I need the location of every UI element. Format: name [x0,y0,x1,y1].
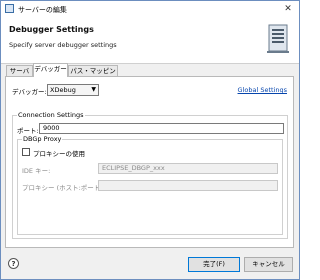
dbgp-proxy-group: DBGp Proxy プロキシーの使用 IDE キー: ECLIPSE_DBGP… [17,135,283,235]
header-subtitle: Specify server debugger settings [9,41,117,49]
proxy-host-port-input[interactable] [98,180,278,191]
help-button[interactable]: ? [8,258,19,269]
server-icon [267,24,289,53]
title-bar[interactable]: サーバーの編集 ✕ [1,1,299,17]
port-label: ポート: [17,127,39,135]
proxy-host-port-label: プロキシー (ホスト:ポート): [22,184,106,192]
debugger-select[interactable]: XDebug ▼ [47,84,99,96]
finish-button[interactable]: 完了(F) [188,257,240,272]
port-input[interactable]: 9000 [39,123,284,134]
tab-server[interactable]: サーバー [6,65,33,86]
ide-key-input[interactable]: ECLIPSE_DBGP_xxx [98,163,278,174]
tab-path-mapping[interactable]: パス・マッピング [68,65,118,86]
global-settings-link[interactable]: Global Settings [238,86,287,94]
connection-settings-group: Connection Settings ポート: 9000 DBGp Proxy… [12,111,288,239]
header-title: Debugger Settings [9,25,94,34]
use-proxy-checkbox[interactable] [22,148,30,156]
debugger-label: デバッガー: [12,88,47,96]
dbgp-proxy-title: DBGp Proxy [22,135,63,143]
edit-server-dialog: サーバーの編集 ✕ Debugger Settings Specify serv… [0,0,300,280]
cancel-button[interactable]: キャンセル [244,257,293,272]
window-title: サーバーの編集 [18,6,67,14]
debugger-panel: デバッガー: XDebug ▼ Global Settings Connecti… [5,76,294,248]
dialog-header: Debugger Settings Specify server debugge… [1,17,299,64]
ide-key-label: IDE キー: [22,167,51,175]
app-icon [5,4,14,13]
use-proxy-label: プロキシーの使用 [33,150,85,158]
chevron-down-icon: ▼ [91,86,96,93]
debugger-select-value: XDebug [50,86,76,94]
connection-settings-title: Connection Settings [17,111,85,119]
close-button[interactable]: ✕ [281,3,295,15]
tab-debugger[interactable]: デバッガー [33,63,68,77]
